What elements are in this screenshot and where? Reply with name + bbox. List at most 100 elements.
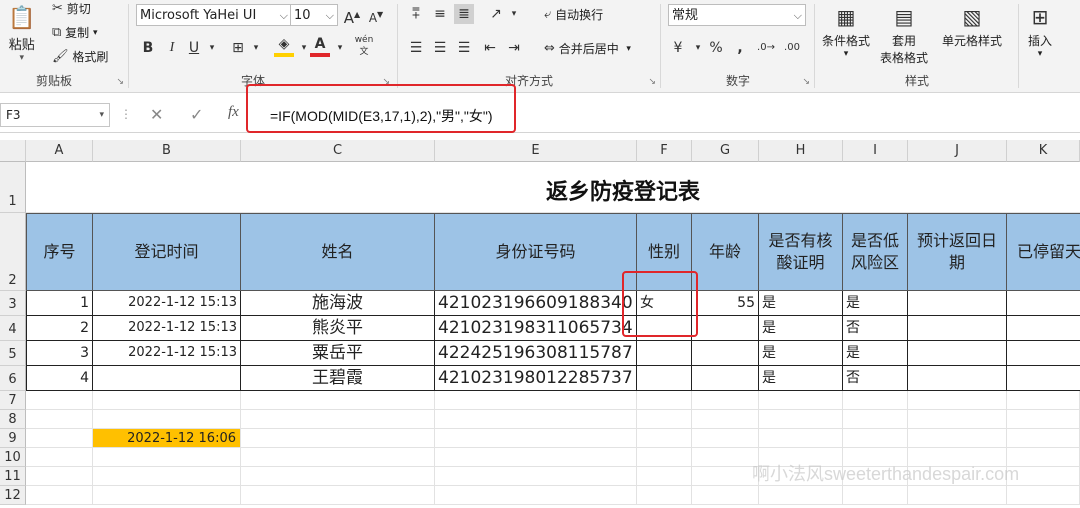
grid-cell[interactable] [241,410,435,429]
cell-gender[interactable] [637,366,692,391]
header-reg-time[interactable]: 登记时间 [93,213,241,291]
italic-button[interactable]: I [162,38,182,58]
cell-return-date[interactable] [908,291,1007,316]
cell-name[interactable]: 施海波 [241,291,435,316]
grid-cell[interactable] [908,429,1007,448]
grid-cell[interactable] [692,448,759,467]
align-left-icon[interactable]: ☰ [406,38,426,58]
chevron-down-icon[interactable]: ▾ [504,4,524,24]
merge-center-button[interactable]: ⇔ 合并后居中 ▾ [544,40,631,57]
cell-risk[interactable]: 是 [843,291,908,316]
conditional-format-button[interactable]: ▦ 条件格式 ▾ [822,2,870,59]
grid-cell[interactable] [241,429,435,448]
chevron-down-icon[interactable]: ▾ [330,38,350,58]
cell-name[interactable]: 熊炎平 [241,316,435,341]
cell-age[interactable] [692,316,759,341]
cell-return-date[interactable] [908,316,1007,341]
column-header-i[interactable]: I [843,140,908,162]
grid-cell[interactable] [908,486,1007,505]
grid-cell[interactable] [692,467,759,486]
grid-cell[interactable] [26,486,93,505]
row-header-10[interactable]: 10 [0,448,26,467]
cell-risk[interactable]: 否 [843,316,908,341]
orientation-icon[interactable]: ↗ [486,4,506,24]
format-as-table-button[interactable]: ▤ 套用 表格格式 [880,2,928,66]
cell-return-date[interactable] [908,341,1007,366]
column-header-b[interactable]: B [93,140,241,162]
cell-seq[interactable]: 4 [26,366,93,391]
cell-stay[interactable] [1007,316,1080,341]
cell-stay[interactable] [1007,366,1080,391]
grow-font-icon[interactable]: A▲ [342,5,362,27]
cell-id[interactable]: 422425196308115787 [435,341,637,366]
column-header-a[interactable]: A [26,140,93,162]
currency-icon[interactable]: ¥ [668,38,688,58]
grid-cell[interactable] [1007,410,1080,429]
chevron-down-icon[interactable]: ▾ [246,38,266,58]
header-age[interactable]: 年龄 [692,213,759,291]
grid-cell[interactable] [759,410,843,429]
grid-cell[interactable] [759,486,843,505]
cancel-icon[interactable]: ✕ [150,105,163,124]
dialog-launcher-icon[interactable]: ↘ [802,77,810,87]
grid-cell[interactable] [435,429,637,448]
cell-stay[interactable] [1007,341,1080,366]
row-header-8[interactable]: 8 [0,410,26,429]
grid-cell[interactable] [26,448,93,467]
grid-cell[interactable] [692,429,759,448]
row-header-7[interactable]: 7 [0,391,26,410]
grid-cell[interactable] [93,391,241,410]
row-header-2[interactable]: 2 [0,213,26,291]
grid-cell[interactable] [93,486,241,505]
bold-button[interactable]: B [138,38,158,58]
grid-cell[interactable] [241,486,435,505]
header-stay[interactable]: 已停留天 [1007,213,1080,291]
grid-cell[interactable] [692,486,759,505]
row-header-9[interactable]: 9 [0,429,26,448]
fill-color-icon[interactable]: ◈ [274,36,294,57]
header-name[interactable]: 姓名 [241,213,435,291]
percent-button[interactable]: % [706,38,726,58]
grid-cell[interactable] [637,467,692,486]
select-all-corner[interactable] [0,140,26,162]
grid-cell[interactable] [26,391,93,410]
align-right-icon[interactable]: ☰ [454,38,474,58]
cell-risk[interactable]: 否 [843,366,908,391]
dialog-launcher-icon[interactable]: ↘ [648,77,656,87]
decrease-decimal-icon[interactable]: .00 [782,38,802,58]
number-format-combo[interactable]: 常规 ⌵ [668,4,806,26]
cell-b9[interactable]: 2022-1-12 16:06 [93,429,241,448]
cell-risk[interactable]: 是 [843,341,908,366]
increase-decimal-icon[interactable]: .0→ [756,38,776,58]
header-return-date[interactable]: 预计返回日期 [908,213,1007,291]
grid-cell[interactable] [1007,391,1080,410]
grid-cell[interactable] [435,486,637,505]
header-nucleic[interactable]: 是否有核酸证明 [759,213,843,291]
phonetic-guide-icon[interactable]: wén 文 [354,34,374,57]
cell-time[interactable]: 2022-1-12 15:13 [93,291,241,316]
grid-cell[interactable] [93,448,241,467]
title-cell[interactable]: 返乡防疫登记表 [26,162,1080,213]
cell-id[interactable]: 421023198012285737 [435,366,637,391]
cell-styles-button[interactable]: ▧ 单元格样式 [942,2,1002,49]
cell-seq[interactable]: 1 [26,291,93,316]
cell-nucleic[interactable]: 是 [759,341,843,366]
increase-indent-icon[interactable]: ⇥ [504,38,524,58]
row-header-3[interactable]: 3 [0,291,26,316]
column-header-e[interactable]: E [435,140,637,162]
header-id[interactable]: 身份证号码 [435,213,637,291]
cell-age[interactable] [692,341,759,366]
paste-button[interactable]: 📋 粘贴 ▾ [8,4,35,63]
comma-style-icon[interactable]: , [730,38,750,58]
cell-id[interactable]: 421023198311065734 [435,316,637,341]
font-color-icon[interactable]: A [310,36,330,57]
grid-cell[interactable] [1007,486,1080,505]
grid-cell[interactable] [843,486,908,505]
grid-cell[interactable] [241,448,435,467]
font-name-combo[interactable]: Microsoft YaHei UI ⌵ [136,4,292,26]
grid-cell[interactable] [759,391,843,410]
chevron-down-icon[interactable]: ▾ [202,38,222,58]
grid-cell[interactable] [908,391,1007,410]
cell-time[interactable]: 2022-1-12 15:13 [93,341,241,366]
column-header-j[interactable]: J [908,140,1007,162]
